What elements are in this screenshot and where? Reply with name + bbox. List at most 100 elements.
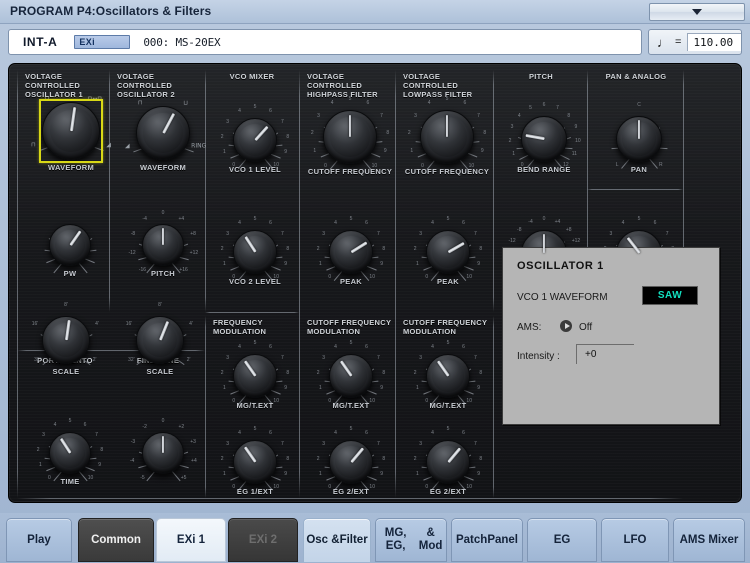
tab-common[interactable]: Common (78, 518, 154, 562)
knob-cfmod2-eg2ext[interactable]: 012345678910EG 2/EXT (426, 440, 470, 500)
tempo-box[interactable]: ♩ = 110.00 (648, 29, 742, 55)
panel-divider (299, 70, 300, 498)
knob-tick-label: +8 (190, 231, 196, 237)
knob-label-lpf-cutoff: CUTOFF FREQUENCY (405, 167, 489, 176)
tab-exi-2[interactable]: EXi 2 (228, 518, 298, 562)
knob-freqmod-mgtext[interactable]: 012345678910MG/T.EXT (233, 354, 277, 414)
knob-vco1-level[interactable]: 012345678910VCO 1 LEVEL (233, 118, 277, 178)
knob-tick-label: 6 (543, 102, 546, 108)
knob-tick-label: -8 (517, 227, 521, 233)
knob-hpf-peak[interactable]: 012345678910PEAK (329, 230, 373, 290)
program-select-bar[interactable]: INT-A EXi 000: MS-20EX (8, 29, 642, 55)
tab-osc-filter[interactable]: Osc &Filter (303, 518, 371, 562)
knob-tick-label: 3 (226, 231, 229, 237)
knob-body[interactable] (426, 440, 470, 484)
tab-mg-eg-mod[interactable]: MG, EG,& Mod (375, 518, 447, 562)
tab-play[interactable]: Play (6, 518, 72, 562)
knob-body[interactable] (42, 102, 100, 160)
knob-tick-label: 4 (238, 430, 241, 436)
knob-tick-label: 1 (416, 385, 419, 391)
knob-body[interactable] (136, 316, 184, 364)
knob-tick-label: 8 (286, 370, 289, 376)
tempo-value[interactable]: 110.00 (687, 33, 741, 51)
knob-tick-label: 0 (425, 398, 428, 404)
knob-cfmod1-eg2ext[interactable]: 012345678910EG 2/EXT (329, 440, 373, 500)
knob-tick-label: R (659, 162, 663, 168)
page-menu-button[interactable] (649, 3, 745, 21)
knob-body[interactable] (136, 106, 190, 160)
knob-body[interactable] (329, 354, 373, 398)
knob-vco1-scale[interactable]: 32'16'8'4'2'SCALE (42, 316, 90, 380)
info-ams-value[interactable]: Off (579, 322, 592, 333)
knob-tick-label: 0 (162, 210, 165, 216)
knob-tick-label: 9 (284, 385, 287, 391)
knob-fine-tune[interactable]: -5-4-3-20+2+3+4+5 (142, 432, 184, 490)
knob-body[interactable] (142, 224, 184, 266)
arrow-right-circle-icon[interactable] (560, 320, 572, 332)
knob-body[interactable] (233, 354, 277, 398)
info-intensity-value[interactable]: +0 (576, 344, 634, 364)
tab-lfo[interactable]: LFO (601, 518, 669, 562)
knob-body[interactable] (49, 224, 91, 266)
tab-patch-panel[interactable]: PatchPanel (451, 518, 523, 562)
knob-body[interactable] (323, 110, 377, 164)
knob-tick-label: 3 (322, 231, 325, 237)
knob-tick-label: 6 (269, 344, 272, 350)
knob-vco1-pw[interactable]: PW (49, 224, 91, 282)
knob-tick-label: 8 (479, 370, 482, 376)
knob-tick-label: 2' (187, 357, 191, 363)
knob-hpf-cutoff[interactable]: 012345678910CUTOFF FREQUENCY (323, 110, 377, 180)
knob-tick-label: 4 (334, 344, 337, 350)
info-intensity-label: Intensity : (517, 351, 560, 362)
knob-body[interactable] (329, 440, 373, 484)
knob-waveform-glyph: RING (191, 142, 206, 149)
knob-tick-label: -12 (128, 250, 135, 256)
knob-body[interactable] (233, 230, 277, 274)
knob-body[interactable] (420, 110, 474, 164)
section-title-pitch: PITCH (497, 72, 585, 81)
knob-body[interactable] (426, 354, 470, 398)
knob-waveform-glyph: ◢ (125, 142, 130, 149)
knob-cfmod1-mgtext[interactable]: 012345678910MG/T.EXT (329, 354, 373, 414)
knob-tick-label: 7 (666, 231, 669, 237)
knob-tick-label: 1 (223, 261, 226, 267)
knob-tick-label: 9 (380, 385, 383, 391)
knob-vco2-level[interactable]: 012345678910VCO 2 LEVEL (233, 230, 277, 290)
knob-lpf-cutoff[interactable]: 012345678910CUTOFF FREQUENCY (420, 110, 474, 180)
knob-label-bend-range: BEND RANGE (517, 165, 570, 174)
knob-tick-label: -2 (142, 424, 146, 430)
knob-vco2-pitch[interactable]: -16-12-8-40+4+8+12+16PITCH (142, 224, 184, 282)
knob-tick-label: 16' (32, 321, 39, 327)
knob-bend-range[interactable]: 0123456789101112BEND RANGE (521, 116, 567, 178)
knob-portamento-time[interactable]: 012345678910TIME (49, 432, 91, 490)
knob-body[interactable] (426, 230, 470, 274)
knob-label-vco2-waveform: WAVEFORM (140, 163, 186, 172)
knob-body[interactable] (49, 432, 91, 474)
knob-freqmod-eg1ext[interactable]: 012345678910EG 1/EXT (233, 440, 277, 500)
knob-vco2-waveform[interactable]: ◢⊓⊔RINGWAVEFORM (136, 106, 190, 176)
tab-eg[interactable]: EG (527, 518, 597, 562)
tab-exi-1[interactable]: EXi 1 (156, 518, 226, 562)
info-ams-label: AMS: (517, 322, 541, 333)
panel-divider (493, 70, 494, 312)
knob-body[interactable] (142, 432, 184, 474)
knob-body[interactable] (521, 116, 567, 162)
knob-body[interactable] (616, 116, 662, 162)
knob-tick-label: 5 (447, 426, 450, 432)
tab-ams-mixer[interactable]: AMS Mixer (673, 518, 745, 562)
knob-body[interactable] (329, 230, 373, 274)
knob-lpf-peak[interactable]: 012345678910PEAK (426, 230, 470, 290)
knob-label-vco1-waveform: WAVEFORM (48, 163, 94, 172)
knob-tick-label: 2 (317, 246, 320, 252)
knob-body[interactable] (233, 118, 277, 162)
knob-tick-label: 9 (284, 471, 287, 477)
knob-cfmod2-mgtext[interactable]: 012345678910MG/T.EXT (426, 354, 470, 414)
knob-vco1-waveform[interactable]: ⊓⊔⊓↔⊓◢WAVEFORM (42, 102, 100, 176)
knob-body[interactable] (233, 440, 277, 484)
knob-vco2-scale[interactable]: 32'16'8'4'2'SCALE (136, 316, 184, 380)
knob-body[interactable] (42, 316, 90, 364)
knob-pan[interactable]: LCRPAN (616, 116, 662, 178)
knob-tick-label: -4 (528, 219, 532, 225)
info-waveform-value[interactable]: SAW (642, 286, 698, 305)
knob-tick-label: L (616, 162, 619, 168)
